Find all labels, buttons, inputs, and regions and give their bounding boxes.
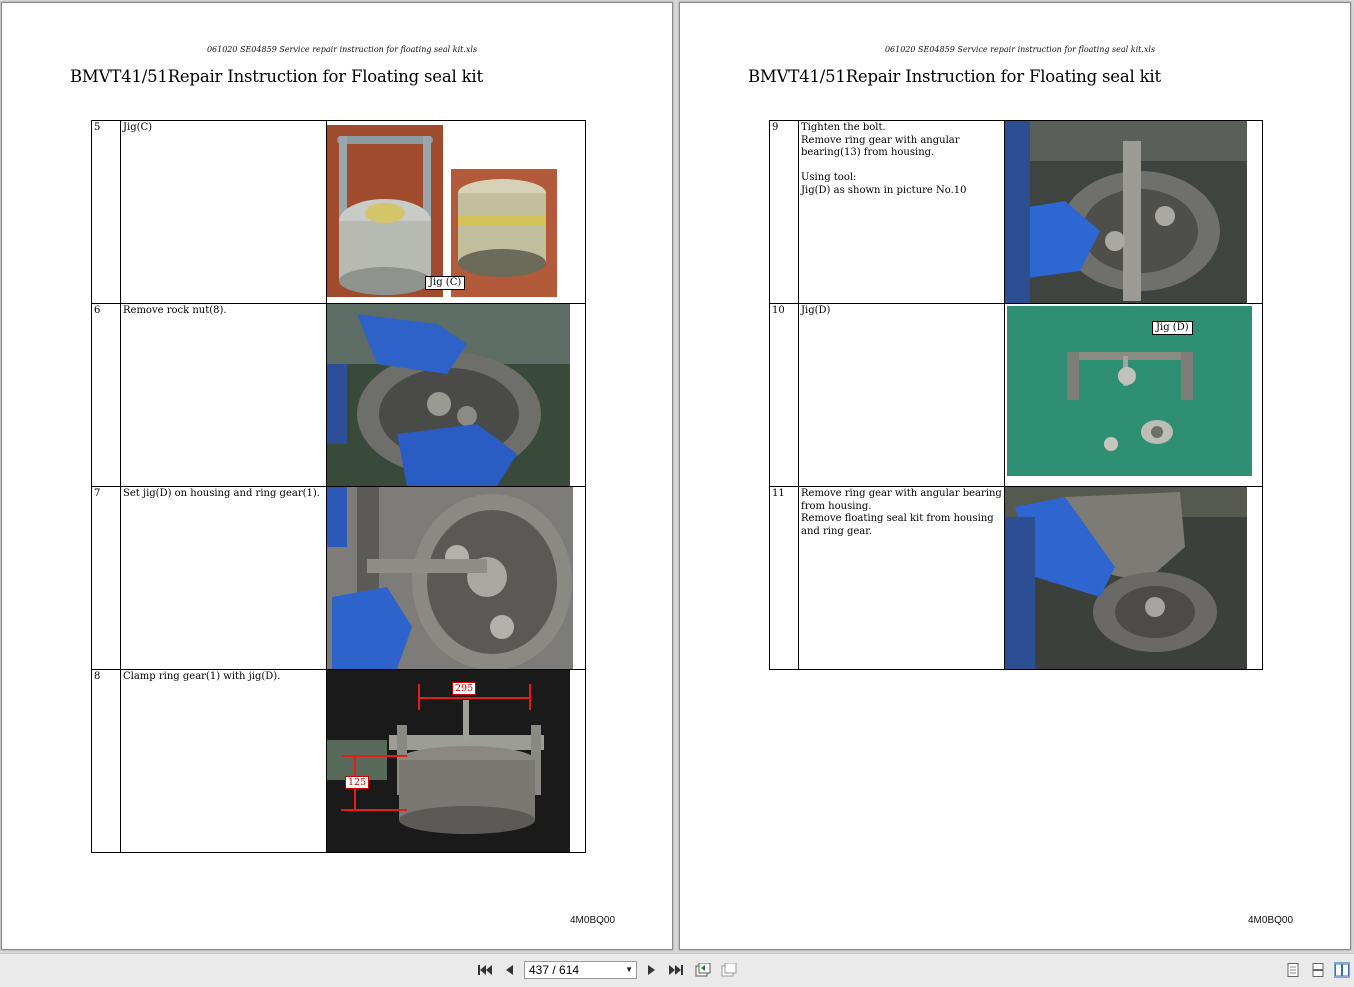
step-description: Jig(C) — [120, 120, 327, 304]
set-jig-photo — [327, 487, 573, 669]
jig-d-photo — [1007, 306, 1252, 476]
steps-table-right: 9 Tighten the bolt. Remove ring gear wit… — [769, 120, 1263, 670]
step-description: Jig(D) — [798, 303, 1005, 487]
step-number: 6 — [91, 303, 121, 487]
page-indicator: 437 / 614 — [529, 963, 580, 977]
page-footer-code: 4M0BQ00 — [570, 915, 616, 926]
page-title: BMVT41/51Repair Instruction for Floating… — [748, 67, 1161, 86]
table-row: 7 Set jig(D) on housing and ring gear(1)… — [91, 486, 586, 670]
table-row: 10 Jig(D) Jig (D) — [769, 303, 1263, 487]
pdf-page-left: 061020 SE04859 Service repair instructio… — [1, 2, 673, 950]
step-description: Clamp ring gear(1) with jig(D). — [120, 669, 327, 853]
navigation-toolbar: 437 / 614 ▼ — [0, 953, 1354, 987]
clamp-ring-gear-photo — [327, 670, 570, 852]
last-page-icon[interactable] — [667, 962, 685, 978]
continuous-view-icon[interactable] — [1311, 963, 1325, 977]
table-row: 11 Remove ring gear with angular bearing… — [769, 486, 1263, 670]
dimension-height-label: 125 — [345, 776, 370, 789]
pdf-page-right: 061020 SE04859 Service repair instructio… — [679, 2, 1351, 950]
photo-callout: Jig (C) — [425, 276, 466, 290]
step-number: 5 — [91, 120, 121, 304]
next-view-icon[interactable] — [720, 962, 738, 978]
page-title: BMVT41/51Repair Instruction for Floating… — [70, 67, 483, 86]
step-description: Remove rock nut(8). — [120, 303, 327, 487]
step-number: 7 — [91, 486, 121, 670]
step-number: 8 — [91, 669, 121, 853]
step-description: Set jig(D) on housing and ring gear(1). — [120, 486, 327, 670]
next-page-icon[interactable] — [643, 962, 661, 978]
step-photo: Jig (C) — [326, 120, 586, 304]
page-number-input[interactable]: 437 / 614 ▼ — [524, 961, 637, 979]
table-row: 5 Jig(C) Jig (C) — [91, 120, 586, 304]
step-photo — [326, 303, 586, 487]
step-photo: Jig (D) — [1004, 303, 1263, 487]
file-header: 061020 SE04859 Service repair instructio… — [884, 45, 1156, 54]
page-footer-code: 4M0BQ00 — [1248, 915, 1294, 926]
table-row: 9 Tighten the bolt. Remove ring gear wit… — [769, 120, 1263, 304]
step-description: Tighten the bolt. Remove ring gear with … — [798, 120, 1005, 304]
remove-ring-gear-photo — [1005, 487, 1247, 669]
step-number: 11 — [769, 486, 799, 670]
steps-table-left: 5 Jig(C) Jig (C) 6 Remove rock nut(8). 7… — [91, 120, 586, 853]
chevron-down-icon[interactable]: ▼ — [625, 962, 633, 978]
step-photo — [326, 486, 586, 670]
tighten-bolt-photo — [1005, 121, 1247, 303]
remove-nut-photo — [327, 304, 570, 486]
step-description: Remove ring gear with angular bearing fr… — [798, 486, 1005, 670]
prev-page-icon[interactable] — [500, 962, 518, 978]
step-number: 9 — [769, 120, 799, 304]
step-photo — [1004, 120, 1263, 304]
facing-view-icon[interactable] — [1334, 962, 1350, 978]
step-photo — [1004, 486, 1263, 670]
table-row: 6 Remove rock nut(8). — [91, 303, 586, 487]
file-header: 061020 SE04859 Service repair instructio… — [206, 45, 478, 54]
previous-view-icon[interactable] — [694, 962, 712, 978]
dimension-width-label: 295 — [452, 682, 477, 695]
photo-callout: Jig (D) — [1152, 321, 1193, 335]
first-page-icon[interactable] — [476, 962, 494, 978]
single-page-view-icon[interactable] — [1286, 963, 1300, 977]
table-row: 8 Clamp ring gear(1) with jig(D). 295 12… — [91, 669, 586, 853]
document-viewport[interactable]: 061020 SE04859 Service repair instructio… — [0, 0, 1354, 953]
step-number: 10 — [769, 303, 799, 487]
step-photo: 295 125 — [326, 669, 586, 853]
